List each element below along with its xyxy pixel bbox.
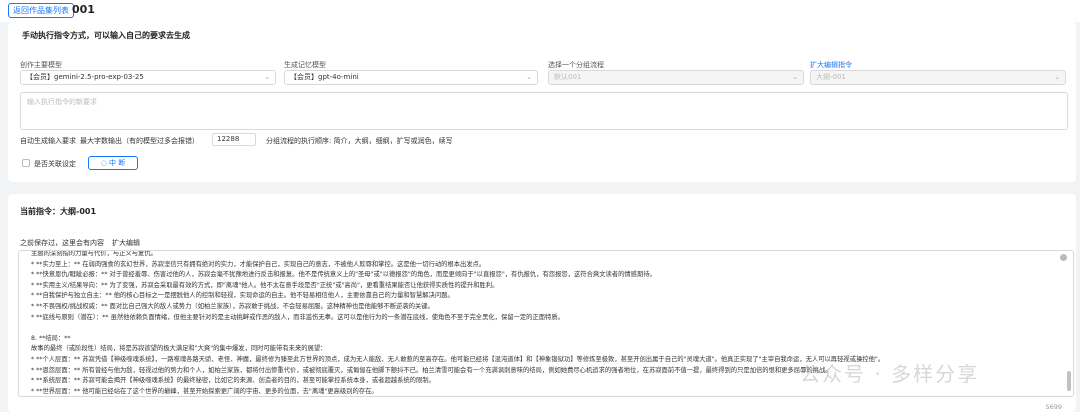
- content-line: * **快意恩仇/睚眦必报：** 对于曾经羞辱、伤害过他的人，苏寂会毫不犹豫地进…: [31, 271, 656, 279]
- stop-button[interactable]: ◌ 中 断: [88, 156, 138, 170]
- back-to-list-button[interactable]: 返回作品集列表: [8, 3, 74, 18]
- scrollbar[interactable]: [1067, 371, 1071, 391]
- chevron-down-icon: ⌄: [526, 73, 532, 81]
- content-line: * **不畏强权/挑战权威：** 面对比自己强大的敌人或势力（如柏兰家族），苏寂…: [31, 302, 434, 310]
- content-line: * **实力至上：** 在弱肉强食的玄幻世界，苏寂坚信只有拥有绝对的实力，才能保…: [31, 260, 486, 268]
- page-title: 001: [72, 3, 95, 16]
- content-line: * **底线与原则（潜在）：** 虽然他依赖负面情绪，但他主要针对的是主动挑衅或…: [31, 313, 564, 321]
- expand-instruction-label[interactable]: 扩大编辑指令: [810, 60, 852, 70]
- content-line: 主题的深刻指的力量与代价，与正义与复仇。: [31, 250, 157, 257]
- chevron-down-icon: ⌄: [264, 73, 270, 81]
- stop-icon: ◌: [100, 159, 110, 167]
- top-bar: 返回作品集列表 001: [0, 0, 1080, 22]
- stop-button-label: 中 断: [109, 159, 126, 167]
- flow-group-label: 选择一个分组流程: [548, 61, 604, 69]
- relate-settings-checkbox[interactable]: [22, 159, 30, 167]
- max-words-input[interactable]: 12288: [212, 133, 256, 146]
- content-line: * **自我保护与独立自主：** 他的核心目标之一是摆脱他人的控制和轻视，实现命…: [31, 292, 454, 300]
- main-model-select[interactable]: 【会员】gemini-2.5-pro-exp-03-25 ⌄: [20, 70, 276, 85]
- content-line: 故事的最终（或阶段性）结局，将是苏寂欲望的极大满足和"大爽"的集中爆发，同时可能…: [31, 345, 327, 353]
- char-count: 5699: [1045, 403, 1062, 411]
- expand-edit-link[interactable]: 扩大编辑: [112, 238, 140, 248]
- chevron-down-icon: ⌄: [1054, 73, 1060, 81]
- manual-section-title: 手动执行指令方式，可以输入自己的要求去生成: [22, 31, 190, 40]
- content-line: * **实用主义/结果导向：** 为了变强，苏寂会采取最有效的方式，即"离魂"他…: [31, 281, 499, 289]
- clear-icon[interactable]: [1060, 254, 1067, 261]
- content-line: [31, 323, 1061, 334]
- watermark-text: 公众号 · 多样分享: [800, 362, 980, 386]
- expand-instruction-select[interactable]: 大纲-001 ⌄: [810, 70, 1066, 85]
- max-words-label: 最大字数输出（有的模型过多会报错）: [80, 137, 199, 145]
- memory-model-value: 【会员】gpt-4o-mini: [290, 73, 359, 81]
- auto-generate-link[interactable]: 自动生成输入要求: [20, 136, 76, 146]
- saved-hint: 之前保存过，这里会有内容: [20, 239, 104, 247]
- content-line: 8. **结局：**: [31, 334, 71, 342]
- main-model-label: 创作主要模型: [20, 61, 62, 69]
- prompt-textarea[interactable]: 输入执行指令的新要求: [20, 92, 1068, 130]
- memory-model-label: 生成记忆模型: [284, 61, 326, 69]
- flow-group-value: 默认001: [554, 73, 582, 81]
- expand-instruction-value: 大纲-001: [816, 73, 846, 81]
- flow-order-text: 分组流程的执行顺序: 简介，大纲，细纲，扩写或润色，续写: [266, 137, 453, 145]
- memory-model-select[interactable]: 【会员】gpt-4o-mini ⌄: [284, 70, 538, 85]
- content-line: * **世界层面：** 他可能已经站在了这个世界的巅峰，甚至开始探索更广阔的宇宙…: [31, 387, 378, 395]
- relate-settings-label: 是否关联设定: [34, 160, 76, 168]
- chevron-down-icon: ⌄: [792, 73, 798, 81]
- flow-group-select[interactable]: 默认001 ⌄: [548, 70, 804, 85]
- main-model-value: 【会员】gemini-2.5-pro-exp-03-25: [26, 73, 144, 81]
- current-instruction-title: 当前指令：大纲-001: [20, 207, 97, 216]
- prompt-placeholder: 输入执行指令的新要求: [27, 98, 97, 106]
- manual-execution-card: 手动执行指令方式，可以输入自己的要求去生成 创作主要模型 【会员】gemini-…: [8, 22, 1076, 182]
